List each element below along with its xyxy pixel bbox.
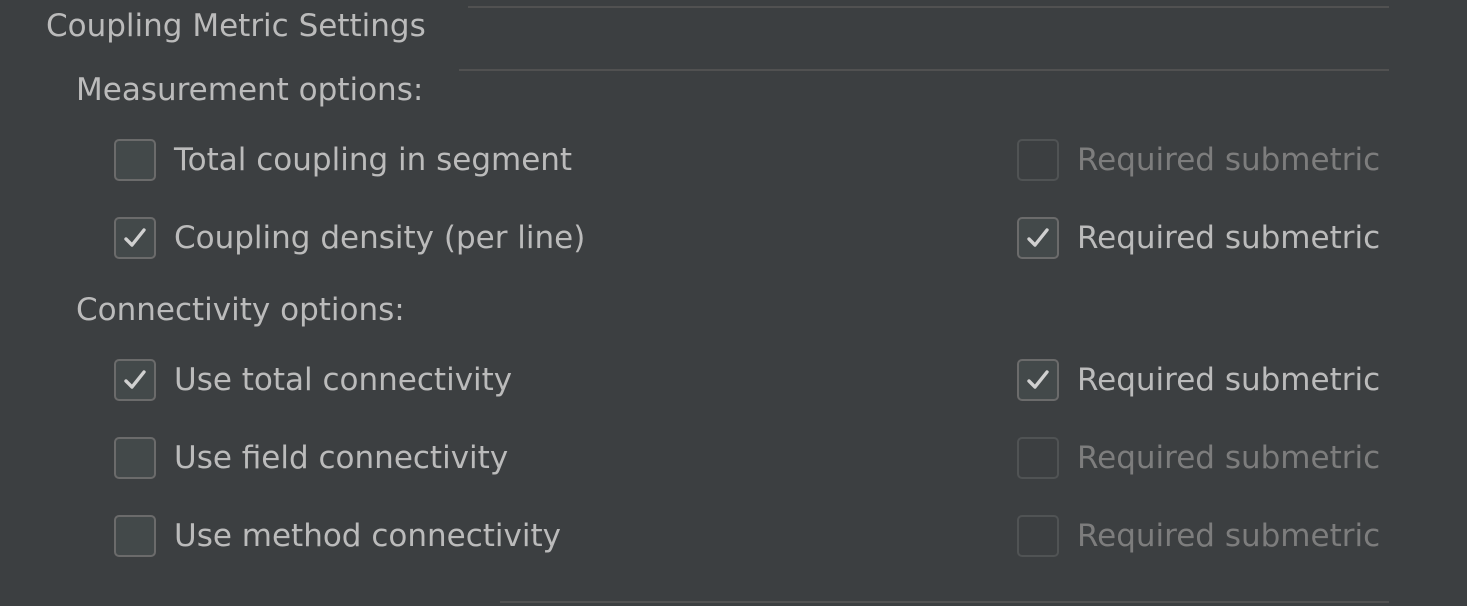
checkbox-box[interactable]: [114, 139, 156, 181]
checkbox-label: Required submetric: [1077, 518, 1381, 554]
title-separator-top: [468, 6, 1389, 8]
check-icon: [124, 370, 146, 389]
checkbox-box[interactable]: [1017, 217, 1059, 259]
checkbox-box[interactable]: [1017, 359, 1059, 401]
method-connectivity-required-checkbox[interactable]: Required submetric: [1017, 514, 1380, 558]
coupling-density-checkbox[interactable]: Coupling density (per line): [114, 216, 585, 260]
checkbox-label: Use field connectivity: [174, 440, 509, 476]
panel-title: Coupling Metric Settings: [46, 8, 426, 44]
bottom-separator: [500, 601, 1389, 603]
checkbox-box[interactable]: [1017, 515, 1059, 557]
total-coupling-required-checkbox[interactable]: Required submetric: [1017, 138, 1380, 182]
checkbox-label: Required submetric: [1077, 220, 1381, 256]
checkbox-label: Required submetric: [1077, 142, 1381, 178]
checkbox-box[interactable]: [114, 359, 156, 401]
checkbox-label: Total coupling in segment: [174, 142, 573, 178]
checkbox-label: Use total connectivity: [174, 362, 513, 398]
check-icon: [1027, 370, 1049, 389]
title-separator-bottom: [459, 69, 1389, 71]
field-connectivity-checkbox[interactable]: Use field connectivity: [114, 436, 508, 480]
check-icon: [124, 228, 146, 247]
coupling-density-required-checkbox[interactable]: Required submetric: [1017, 216, 1380, 260]
check-icon: [1027, 228, 1049, 247]
total-connectivity-required-checkbox[interactable]: Required submetric: [1017, 358, 1380, 402]
checkbox-box[interactable]: [114, 217, 156, 259]
checkbox-label: Required submetric: [1077, 440, 1381, 476]
checkbox-box[interactable]: [114, 437, 156, 479]
measurement-options-label: Measurement options:: [76, 72, 424, 108]
total-connectivity-checkbox[interactable]: Use total connectivity: [114, 358, 512, 402]
checkbox-label: Coupling density (per line): [174, 220, 586, 256]
total-coupling-checkbox[interactable]: Total coupling in segment: [114, 138, 572, 182]
checkbox-box[interactable]: [114, 515, 156, 557]
method-connectivity-checkbox[interactable]: Use method connectivity: [114, 514, 561, 558]
connectivity-options-label: Connectivity options:: [76, 292, 405, 328]
field-connectivity-required-checkbox[interactable]: Required submetric: [1017, 436, 1380, 480]
checkbox-label: Use method connectivity: [174, 518, 561, 554]
checkbox-label: Required submetric: [1077, 362, 1381, 398]
checkbox-box[interactable]: [1017, 139, 1059, 181]
checkbox-box[interactable]: [1017, 437, 1059, 479]
